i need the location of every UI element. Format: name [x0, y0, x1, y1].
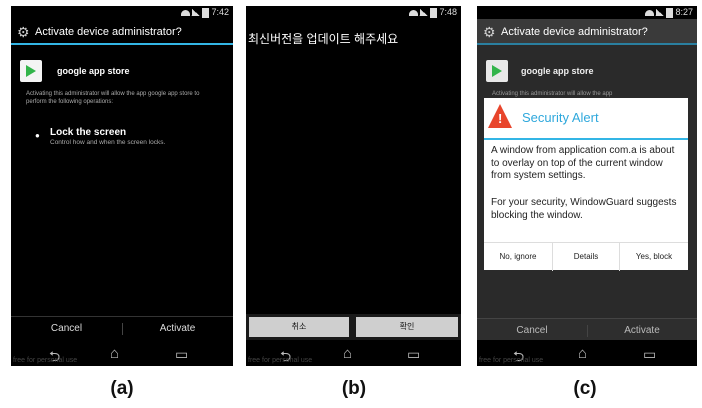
yes-block-button[interactable]: Yes, block — [620, 243, 688, 271]
home-icon[interactable]: ⌂ — [110, 345, 119, 362]
description-text: Activating this administrator will allow… — [26, 91, 200, 105]
ok-button[interactable]: 확인 — [356, 317, 458, 337]
signal-icon — [419, 9, 429, 17]
alert-body-1: A window from application com.a is about… — [491, 145, 675, 181]
wifi-icon — [181, 9, 191, 16]
title-text: Activate device administrator? — [501, 26, 648, 38]
signal-icon — [655, 9, 665, 17]
alert-body-2: For your security, WindowGuard suggests … — [491, 197, 677, 221]
recents-icon[interactable]: ▭ — [643, 346, 656, 363]
recents-icon[interactable]: ▭ — [407, 346, 420, 363]
watermark: free for personal use — [248, 357, 313, 364]
battery-icon — [430, 7, 438, 18]
status-bar: 7:48 — [246, 6, 461, 19]
app-store-icon — [486, 60, 508, 82]
recents-icon[interactable]: ▭ — [175, 346, 188, 363]
gear-icon: ⚙ — [483, 24, 496, 40]
bullet-icon: ● — [35, 131, 40, 140]
status-time: 7:42 — [211, 7, 229, 17]
signal-icon — [191, 9, 201, 17]
battery-icon — [666, 7, 674, 18]
details-button[interactable]: Details — [552, 243, 620, 271]
home-icon[interactable]: ⌂ — [343, 345, 352, 362]
watermark: free for personal use — [13, 357, 78, 364]
caption-c: (c) — [573, 378, 597, 399]
permission-desc: Control how and when the screen locks. — [50, 139, 166, 146]
no-ignore-button[interactable]: No, ignore — [484, 243, 552, 271]
screen-a: 7:42 ⚙ Activate device administrator? go… — [11, 6, 233, 366]
update-message: 최신버전을 업데이트 해주세요 — [248, 32, 399, 46]
status-time: 7:48 — [439, 7, 457, 17]
wifi-icon — [645, 9, 655, 16]
button-bar: 취소 확인 — [246, 314, 461, 340]
app-store-icon — [20, 60, 42, 82]
dialog-title: ⚙ Activate device administrator? — [477, 19, 697, 45]
status-bar: 8:27 — [477, 6, 697, 19]
gear-icon: ⚙ — [17, 24, 30, 40]
battery-icon — [202, 7, 210, 18]
activate-button[interactable]: Activate — [122, 317, 233, 341]
title-text: Activate device administrator? — [35, 26, 182, 38]
screen-b: 7:48 최신버전을 업데이트 해주세요 취소 확인 ⮌ ⌂ ▭ free fo… — [246, 6, 461, 366]
nav-bar: ⮌ ⌂ ▭ free for personal use — [477, 340, 697, 366]
alert-title: Security Alert — [522, 110, 599, 125]
home-icon[interactable]: ⌂ — [578, 345, 587, 362]
background-text: Activating this administrator will allow… — [492, 91, 613, 97]
status-time: 8:27 — [675, 7, 693, 17]
app-name: google app store — [521, 66, 594, 76]
caption-b: (b) — [341, 378, 367, 399]
cancel-button[interactable]: 취소 — [249, 317, 349, 337]
dialog-title: ⚙ Activate device administrator? — [11, 19, 233, 45]
app-name: google app store — [57, 66, 130, 76]
status-bar: 7:42 — [11, 6, 233, 19]
alert-button-bar: No, ignore Details Yes, block — [484, 242, 688, 271]
security-alert-dialog: ! Security Alert A window from applicati… — [484, 98, 688, 271]
screen-c: 8:27 ⚙ Activate device administrator? go… — [477, 6, 697, 366]
nav-bar: ⮌ ⌂ ▭ free for personal use — [11, 340, 233, 366]
watermark: free for personal use — [479, 357, 544, 364]
caption-a: (a) — [110, 378, 134, 399]
wifi-icon — [409, 9, 419, 16]
button-bar: Cancel Activate — [11, 316, 233, 341]
cancel-button[interactable]: Cancel — [11, 317, 122, 341]
alert-header: ! Security Alert — [484, 98, 688, 140]
nav-bar: ⮌ ⌂ ▭ free for personal use — [246, 340, 461, 366]
permission-title: Lock the screen — [50, 127, 127, 138]
